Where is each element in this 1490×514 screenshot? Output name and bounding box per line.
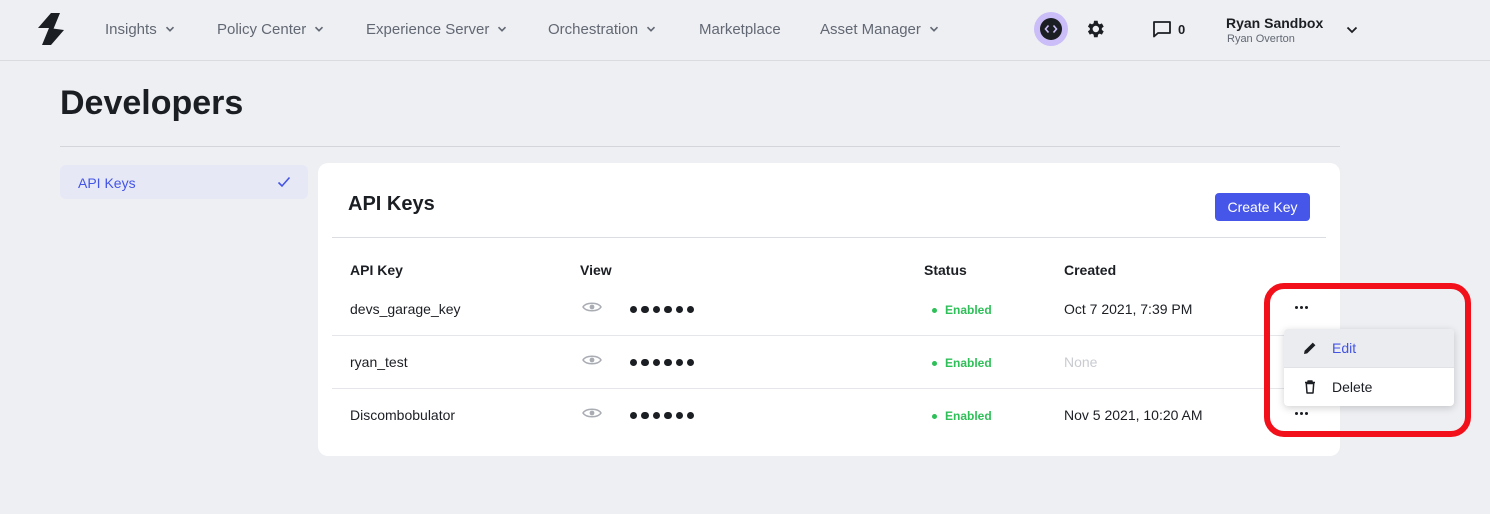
status-badge: Enabled: [932, 409, 992, 423]
api-keys-card: API Keys Create Key API Key View Status …: [318, 163, 1340, 456]
chevron-down-icon: [165, 24, 175, 34]
masked-key: [630, 306, 695, 314]
eye-icon[interactable]: [582, 300, 602, 314]
menu-item-label: Edit: [1332, 340, 1357, 356]
chevron-down-icon: [497, 24, 507, 34]
api-key-name: Discombobulator: [350, 407, 456, 423]
sidebar-item-api-keys[interactable]: API Keys: [60, 165, 308, 199]
status-label: Enabled: [945, 356, 992, 370]
nav-experience-server-label: Experience Server: [366, 20, 490, 38]
column-header-status: Status: [924, 262, 967, 278]
gear-icon[interactable]: [1084, 18, 1106, 40]
top-navigation: Insights Policy Center Experience Server…: [0, 0, 1490, 61]
nav-asset-manager[interactable]: Asset Manager: [820, 20, 939, 38]
api-key-name: ryan_test: [350, 354, 408, 370]
nav-marketplace[interactable]: Marketplace: [699, 20, 781, 38]
more-actions-button[interactable]: [1291, 300, 1311, 314]
user-subtitle: Ryan Overton: [1227, 33, 1295, 45]
menu-item-delete[interactable]: Delete: [1284, 368, 1454, 406]
pencil-icon: [1304, 342, 1316, 354]
chevron-down-icon: [646, 24, 656, 34]
card-title: API Keys: [348, 193, 435, 215]
menu-item-label: Delete: [1332, 379, 1373, 395]
status-badge: Enabled: [932, 356, 992, 370]
chevron-down-icon[interactable]: [1345, 23, 1359, 37]
status-label: Enabled: [945, 409, 992, 423]
column-header-api-key: API Key: [350, 262, 403, 278]
column-header-created: Created: [1064, 262, 1117, 278]
created-date: None: [1064, 354, 1098, 370]
message-icon[interactable]: [1152, 20, 1172, 38]
chevron-down-icon: [314, 24, 324, 34]
masked-key: [630, 412, 695, 420]
column-header-view: View: [580, 262, 612, 278]
nav-policy-center[interactable]: Policy Center: [217, 20, 324, 38]
logo-icon[interactable]: [36, 12, 70, 46]
user-name[interactable]: Ryan Sandbox: [1226, 15, 1323, 31]
nav-insights[interactable]: Insights: [105, 20, 175, 38]
nav-orchestration[interactable]: Orchestration: [548, 20, 656, 38]
status-badge: Enabled: [932, 303, 992, 317]
trash-icon: [1305, 380, 1315, 394]
eye-icon[interactable]: [582, 406, 602, 420]
nav-experience-server[interactable]: Experience Server: [366, 20, 507, 38]
sidebar-item-label: API Keys: [78, 175, 136, 191]
table-row: ryan_test Enabled None: [332, 336, 1326, 389]
row-actions-menu: Edit Delete: [1284, 329, 1454, 406]
table-row: devs_garage_key Enabled Oct 7 2021, 7:39…: [332, 283, 1326, 336]
chevron-down-icon: [929, 24, 939, 34]
menu-item-edit[interactable]: Edit: [1284, 329, 1454, 367]
nav-asset-manager-label: Asset Manager: [820, 20, 921, 38]
created-date: Nov 5 2021, 10:20 AM: [1064, 407, 1203, 423]
nav-insights-label: Insights: [105, 20, 157, 38]
nav-orchestration-label: Orchestration: [548, 20, 639, 38]
message-count: 0: [1178, 22, 1186, 37]
nav-marketplace-label: Marketplace: [699, 20, 781, 38]
table-row: Discombobulator Enabled Nov 5 2021, 10:2…: [332, 389, 1326, 442]
eye-icon[interactable]: [582, 353, 602, 367]
status-label: Enabled: [945, 303, 992, 317]
masked-key: [630, 359, 695, 367]
developer-code-icon[interactable]: [1034, 12, 1068, 46]
divider: [60, 146, 1340, 147]
create-key-button[interactable]: Create Key: [1215, 193, 1310, 221]
developer-code-icon-inner: [1040, 18, 1062, 40]
api-key-name: devs_garage_key: [350, 301, 461, 317]
more-actions-button[interactable]: [1291, 406, 1311, 420]
nav-policy-center-label: Policy Center: [217, 20, 307, 38]
page-title: Developers: [60, 84, 244, 122]
check-icon: [277, 176, 291, 188]
divider: [332, 237, 1326, 238]
created-date: Oct 7 2021, 7:39 PM: [1064, 301, 1193, 317]
